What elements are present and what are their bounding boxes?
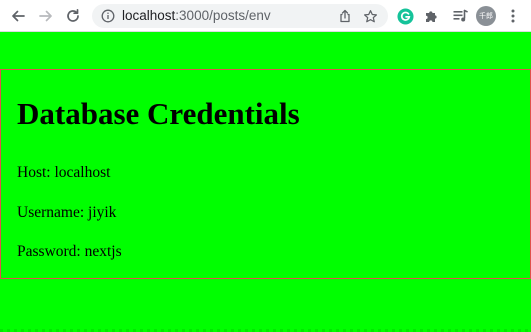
url-host: localhost <box>122 8 176 23</box>
forward-arrow-icon <box>39 10 52 22</box>
back-arrow-icon <box>12 10 25 22</box>
kebab-menu-icon[interactable] <box>505 6 521 26</box>
browser-toolbar: localhost:3000/posts/env 千郎 <box>0 0 531 32</box>
reload-icon <box>67 8 79 22</box>
address-bar[interactable]: localhost:3000/posts/env <box>92 4 388 28</box>
star-icon[interactable] <box>362 8 378 24</box>
back-button[interactable] <box>7 5 29 27</box>
reload-button[interactable] <box>62 5 84 27</box>
info-icon[interactable] <box>101 9 115 23</box>
page-title: Database Credentials <box>17 96 300 131</box>
profile-avatar[interactable]: 千郎 <box>476 6 496 26</box>
forward-button[interactable] <box>35 5 57 27</box>
share-icon[interactable] <box>337 8 353 24</box>
grammarly-icon[interactable] <box>395 6 415 26</box>
url-path: :3000/posts/env <box>175 8 271 23</box>
url-text[interactable]: localhost:3000/posts/env <box>122 8 271 24</box>
host-text: Host: localhost <box>17 164 111 181</box>
page-content: Database Credentials Host: localhost Use… <box>0 33 531 332</box>
username-text: Username: jiyik <box>17 204 117 221</box>
credentials-card: Database Credentials Host: localhost Use… <box>0 69 531 279</box>
media-controls-icon[interactable] <box>450 6 470 26</box>
puzzle-icon[interactable] <box>422 6 442 26</box>
password-text: Password: nextjs <box>17 243 122 260</box>
